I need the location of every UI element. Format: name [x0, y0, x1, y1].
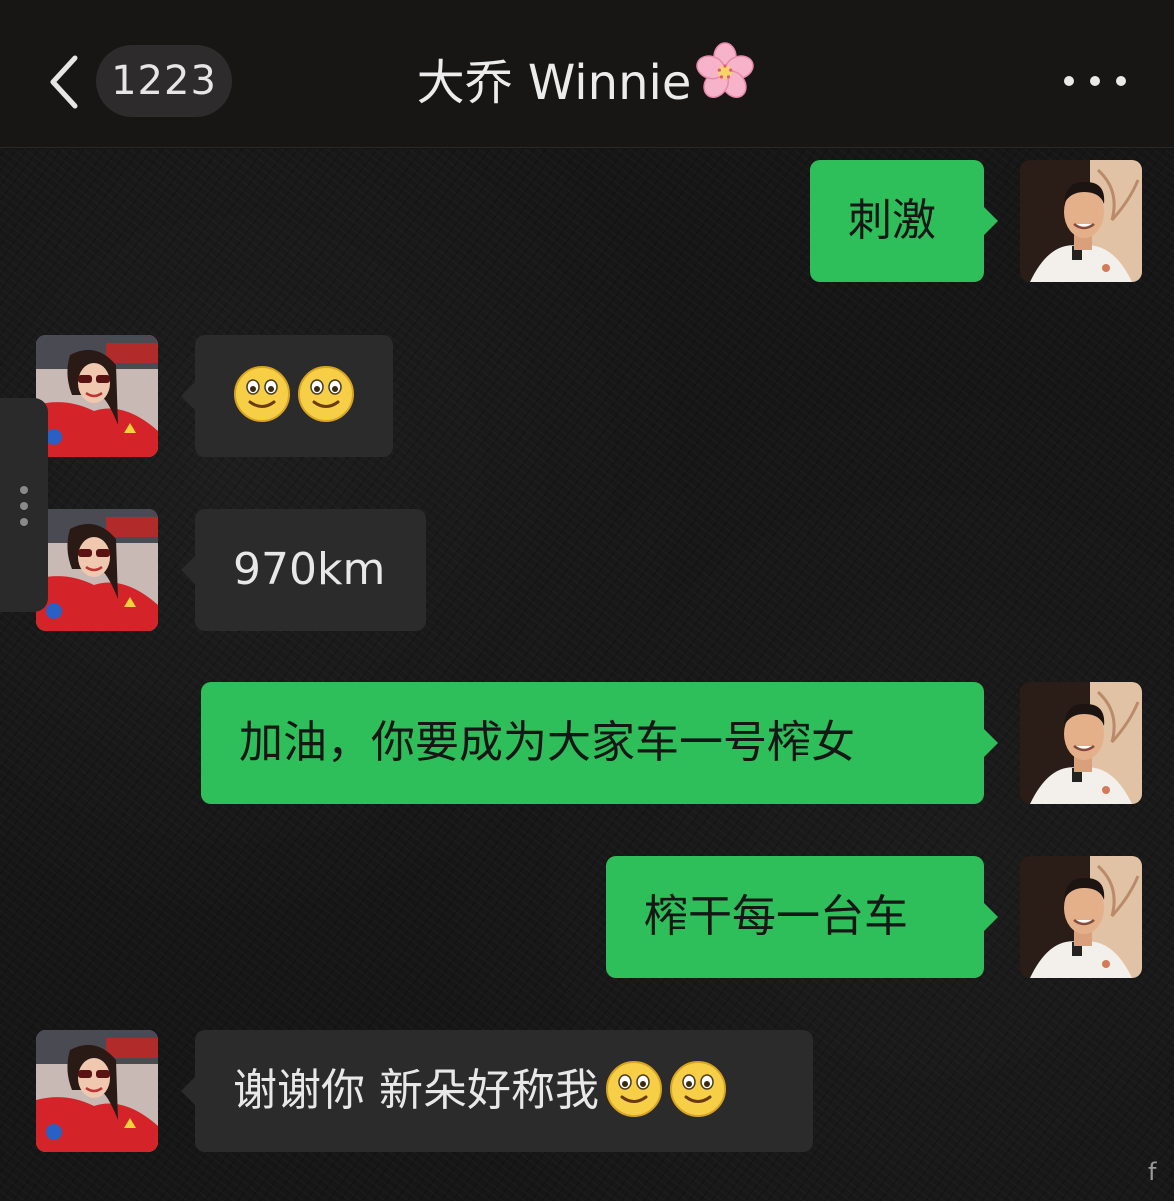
contact-avatar[interactable] — [36, 335, 158, 457]
message-text: 榨干每一台车 — [644, 891, 908, 942]
chat-screen: 1223 大乔 Winnie 刺激 970km 加油，你要成为大家车一号榨女 榨… — [0, 0, 1174, 1201]
incoming-message-bubble[interactable]: 谢谢你 新朵好称我 — [181, 1030, 813, 1152]
my-avatar[interactable] — [1020, 682, 1142, 804]
my-avatar[interactable] — [1020, 160, 1142, 282]
chat-title[interactable]: 大乔 Winnie — [0, 41, 1174, 118]
more-dot — [1090, 76, 1100, 86]
slight-smile-emoji-icon — [670, 1061, 726, 1117]
more-options-button[interactable] — [1064, 66, 1126, 96]
contact-avatar[interactable] — [36, 509, 158, 631]
slight-smile-emoji-icon — [234, 366, 290, 422]
slight-smile-emoji-icon — [606, 1061, 662, 1117]
more-dot — [1064, 76, 1074, 86]
chat-title-text: 大乔 Winnie — [416, 55, 692, 111]
message-text: 刺激 — [848, 195, 936, 246]
message-text: 970km — [233, 544, 386, 595]
side-drag-handle[interactable] — [0, 398, 48, 612]
message-text: 谢谢你 新朵好称我 — [233, 1065, 599, 1116]
slight-smile-emoji-icon — [298, 366, 354, 422]
more-dot — [1116, 76, 1126, 86]
incoming-message-bubble[interactable]: 970km — [181, 509, 426, 631]
outgoing-message-bubble[interactable]: 刺激 — [810, 160, 998, 282]
drag-handle-icon — [18, 486, 30, 526]
message-text: 加油，你要成为大家车一号榨女 — [239, 717, 855, 768]
outgoing-message-bubble[interactable]: 榨干每一台车 — [606, 856, 998, 978]
chat-header: 1223 大乔 Winnie — [0, 0, 1174, 148]
outgoing-message-bubble[interactable]: 加油，你要成为大家车一号榨女 — [201, 682, 998, 804]
my-avatar[interactable] — [1020, 856, 1142, 978]
watermark-text: f — [1148, 1158, 1157, 1186]
message-list[interactable]: 刺激 970km 加油，你要成为大家车一号榨女 榨干每一台车 谢谢你 新朵好称我 — [0, 149, 1174, 1201]
cherry-blossom-icon — [693, 40, 757, 123]
contact-avatar[interactable] — [36, 1030, 158, 1152]
incoming-message-bubble[interactable] — [181, 335, 393, 457]
